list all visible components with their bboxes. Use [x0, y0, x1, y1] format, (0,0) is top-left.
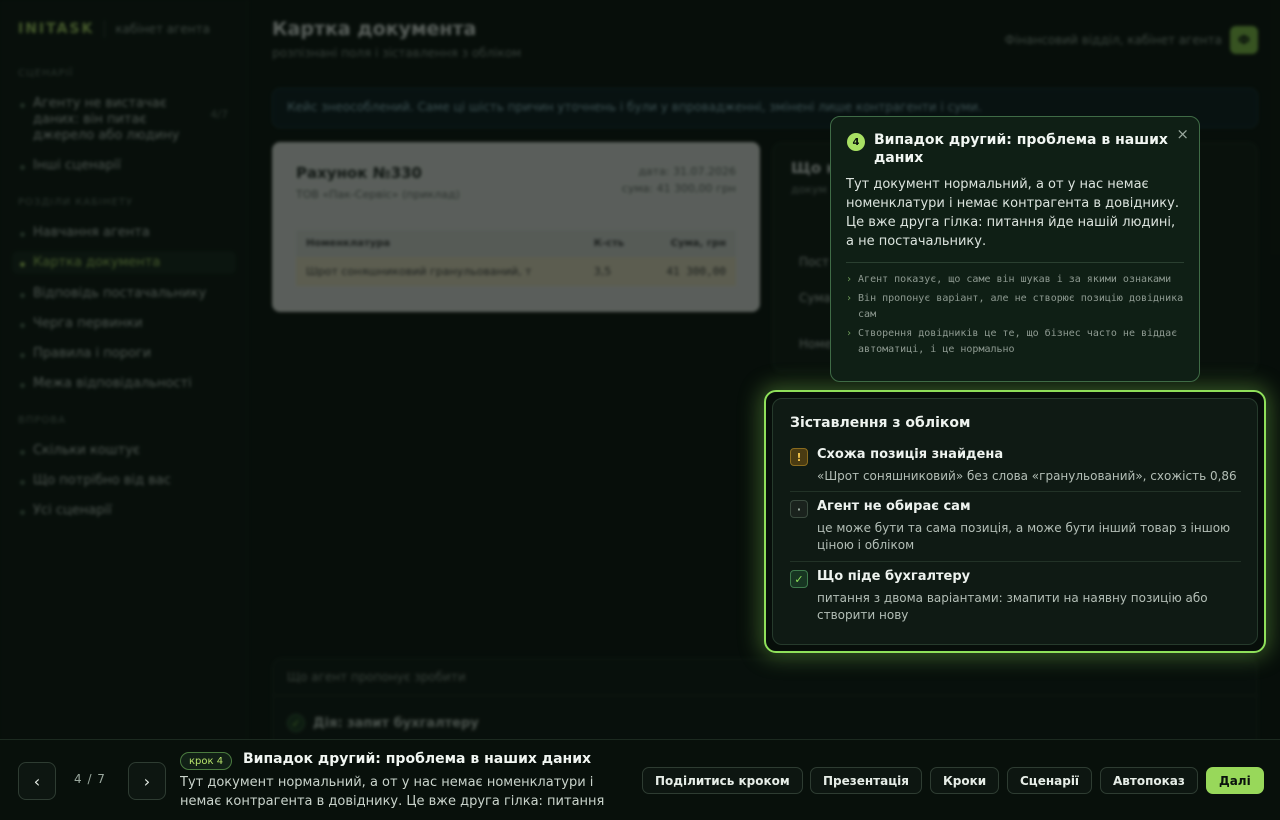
warning-icon: ! — [790, 448, 808, 466]
chevron-right-icon: › — [846, 293, 853, 304]
steps-button[interactable]: Кроки — [930, 767, 1000, 794]
share-step-button[interactable]: Поділитись кроком — [642, 767, 803, 794]
tour-footer: ‹ 4 / 7 › крок 4 Випадок другий: проблем… — [0, 739, 1280, 820]
step-title: Випадок другий: проблема в наших даних — [243, 751, 592, 767]
presentation-button[interactable]: Презентація — [810, 767, 922, 794]
match-item-title: Схожа позиція знайдена — [817, 447, 1004, 462]
tooltip-note-text: Агент показує, що саме він шукав і за як… — [858, 274, 1172, 285]
step-description: Тут документ нормальний, а от у нас нема… — [180, 775, 605, 809]
tour-tooltip: 4 × Випадок другий: проблема в наших дан… — [830, 116, 1200, 382]
divider — [790, 561, 1241, 562]
next-button[interactable]: Далі — [1206, 767, 1264, 794]
match-card: Зіставлення з обліком ! Схожа позиція зн… — [772, 398, 1258, 645]
divider — [790, 491, 1241, 492]
match-item-similar: ! Схожа позиція знайдена «Шрот соняшнико… — [790, 447, 1240, 485]
tooltip-body: Тут документ нормальний, а от у нас нема… — [846, 177, 1179, 249]
match-item-title: Агент не обирає сам — [817, 499, 971, 514]
tooltip-title: Випадок другий: проблема в наших даних — [874, 132, 1168, 166]
tooltip-note: › Агент показує, що саме він шукав і за я… — [846, 272, 1184, 288]
divider — [846, 262, 1184, 263]
match-item-agent: · Агент не обирає сам це може бути та са… — [790, 499, 1240, 554]
scenarios-button[interactable]: Сценарії — [1007, 767, 1093, 794]
prev-step-button[interactable]: ‹ — [18, 762, 56, 800]
match-item-desc: це може бути та сама позиція, а може бут… — [817, 521, 1231, 552]
autoplay-button[interactable]: Автопоказ — [1100, 767, 1198, 794]
tooltip-note: › Створення довідників це те, що бізнес ч… — [846, 326, 1184, 358]
match-card-title: Зіставлення з обліком — [790, 415, 971, 431]
match-item-desc: питання з двома варіантами: змапити на н… — [817, 591, 1208, 622]
next-step-arrow-button[interactable]: › — [128, 762, 166, 800]
close-icon[interactable]: × — [1176, 125, 1189, 143]
match-item-accountant: ✓ Що піде бухгалтеру питання з двома вар… — [790, 569, 1240, 624]
step-badge: крок 4 — [180, 752, 233, 770]
match-item-desc: «Шрот соняшниковий» без слова «гранульов… — [817, 469, 1237, 483]
chevron-right-icon: › — [846, 274, 853, 285]
step-number-badge: 4 — [847, 133, 865, 151]
tooltip-note-text: Створення довідників це те, що бізнес ча… — [858, 328, 1178, 355]
tooltip-note-text: Він пропонує варіант, але не створює поз… — [858, 293, 1184, 320]
chevron-right-icon: › — [846, 328, 853, 339]
dot-icon: · — [790, 500, 808, 518]
match-item-title: Що піде бухгалтеру — [817, 569, 971, 584]
tooltip-note: › Він пропонує варіант, але не створює по… — [846, 291, 1184, 323]
step-pager: 4 / 7 — [74, 772, 106, 786]
check-icon: ✓ — [790, 570, 808, 588]
